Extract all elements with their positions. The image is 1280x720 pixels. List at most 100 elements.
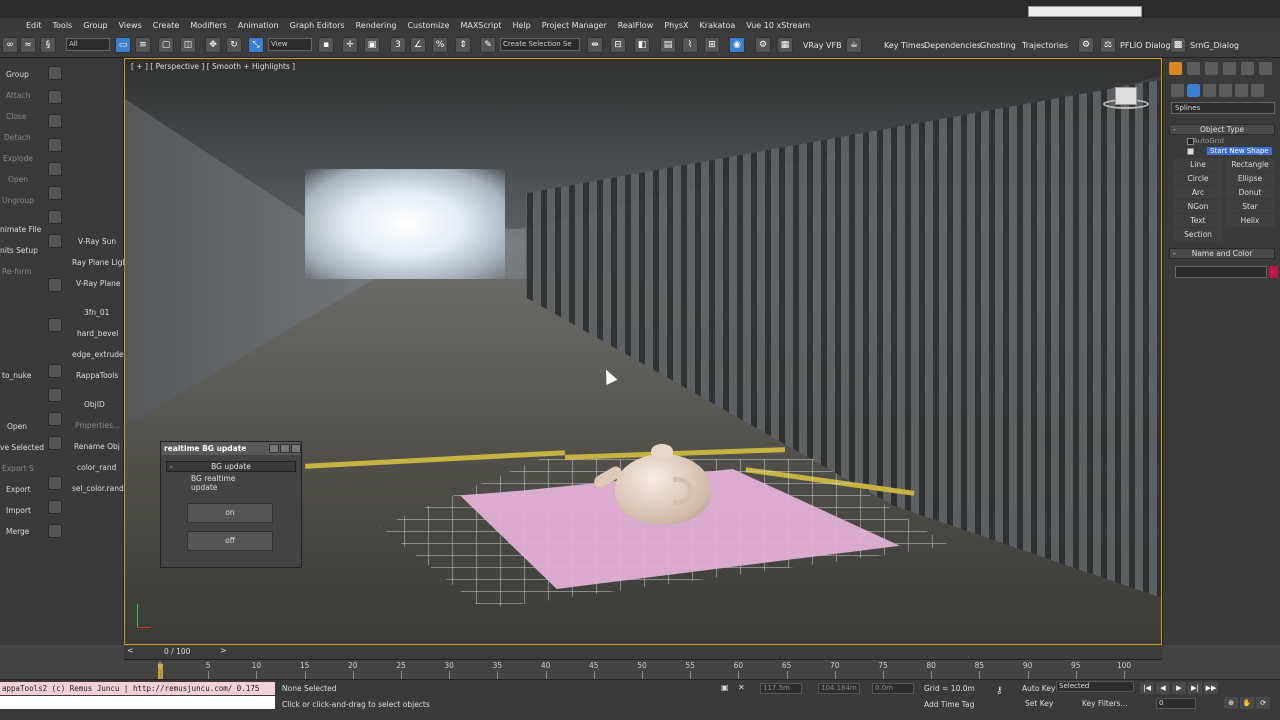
scale-icon[interactable]: ⤡ bbox=[248, 37, 264, 53]
nuke-icon[interactable] bbox=[48, 364, 62, 378]
vray-plane-button[interactable]: V-Ray Plane bbox=[76, 279, 120, 288]
rectangular-region-icon[interactable]: ▢ bbox=[158, 37, 174, 53]
open-group-button[interactable]: Open bbox=[8, 175, 28, 184]
trajectories-button[interactable]: Trajectories bbox=[1022, 41, 1068, 50]
window-crossing-icon[interactable]: ◫ bbox=[180, 37, 196, 53]
arc-button[interactable]: Arc bbox=[1173, 186, 1223, 199]
goto-start-icon[interactable]: |◀ bbox=[1140, 682, 1154, 694]
menu-vue[interactable]: Vue 10 xStream bbox=[746, 21, 810, 30]
ellipse-button[interactable]: Ellipse bbox=[1225, 172, 1275, 185]
maximize-icon[interactable] bbox=[280, 444, 290, 453]
time-slider-prev-icon[interactable]: < bbox=[127, 646, 134, 655]
render-teapot-icon[interactable]: ☕ bbox=[846, 37, 862, 53]
graphite-toolbox-icon[interactable]: ▤ bbox=[660, 37, 676, 53]
object-type-rollout[interactable]: - Object Type bbox=[1169, 124, 1275, 135]
name-and-color-rollout[interactable]: - Name and Color bbox=[1169, 248, 1275, 259]
goto-end-icon[interactable]: ▶▶ bbox=[1204, 682, 1218, 694]
ngon-button[interactable]: NGon bbox=[1173, 200, 1223, 213]
material-editor-icon[interactable]: ◉ bbox=[729, 37, 745, 53]
color-rand-button[interactable]: color_rand bbox=[77, 463, 116, 472]
helpers-category-icon[interactable] bbox=[1235, 84, 1248, 97]
rectangle-button[interactable]: Rectangle bbox=[1225, 158, 1275, 171]
sel-color-rand-button[interactable]: sel_color.rand bbox=[72, 484, 124, 493]
select-by-name-icon[interactable]: ≡ bbox=[135, 37, 151, 53]
set-key-button[interactable]: Set Key bbox=[1025, 699, 1053, 708]
system-icon[interactable] bbox=[48, 210, 62, 224]
selected-set-dropdown[interactable]: Selected bbox=[1056, 681, 1134, 692]
objid-button[interactable]: ObjID bbox=[84, 400, 105, 409]
on-button[interactable]: on bbox=[187, 503, 273, 523]
rotate-icon[interactable]: ↻ bbox=[226, 37, 242, 53]
donut-button[interactable]: Donut bbox=[1225, 186, 1275, 199]
import-icon[interactable] bbox=[48, 500, 62, 514]
time-slider[interactable]: < 0 / 100 > bbox=[124, 645, 1162, 659]
spacewarps-category-icon[interactable] bbox=[1251, 84, 1264, 97]
lights-category-icon[interactable] bbox=[1203, 84, 1216, 97]
lock-selection-icon[interactable]: ▣ bbox=[721, 683, 729, 692]
checker-icon[interactable]: ▩ bbox=[1170, 37, 1186, 53]
dependencies-button[interactable]: Dependencies bbox=[924, 41, 981, 50]
add-time-tag-button[interactable]: Add Time Tag bbox=[924, 700, 974, 709]
viewcube[interactable] bbox=[1115, 87, 1137, 105]
pan-icon[interactable]: ✋ bbox=[1240, 697, 1254, 709]
key-times-button[interactable]: Key Times bbox=[884, 41, 925, 50]
reference-coord-dropdown[interactable]: View bbox=[268, 38, 312, 51]
sun-icon[interactable] bbox=[1169, 62, 1182, 75]
menu-maxscript[interactable]: MAXScript bbox=[460, 21, 501, 30]
unlink-icon[interactable]: ≈ bbox=[20, 37, 36, 53]
hierarchy-tab-icon[interactable] bbox=[1205, 62, 1218, 75]
utilities-tab-icon[interactable] bbox=[1259, 62, 1272, 75]
edit-named-selection-icon[interactable]: ✎ bbox=[480, 37, 496, 53]
ungroup-button[interactable]: Ungroup bbox=[2, 196, 34, 205]
minimize-icon[interactable] bbox=[269, 444, 279, 453]
z-coordinate-field[interactable]: 0.0m bbox=[872, 683, 914, 694]
open-file-button[interactable]: Open bbox=[7, 422, 27, 431]
circle-button[interactable]: Circle bbox=[1173, 172, 1223, 185]
time-slider-next-icon[interactable]: > bbox=[220, 646, 227, 655]
percent-snap-icon[interactable]: % bbox=[432, 37, 448, 53]
menu-help[interactable]: Help bbox=[513, 21, 531, 30]
star-button[interactable]: Star bbox=[1225, 200, 1275, 213]
menu-customize[interactable]: Customize bbox=[407, 21, 449, 30]
menu-project-manager[interactable]: Project Manager bbox=[542, 21, 607, 30]
shape-category-dropdown[interactable]: Splines bbox=[1171, 102, 1275, 114]
import-button[interactable]: Import bbox=[6, 506, 31, 515]
rappatools-button[interactable]: RappaTools bbox=[76, 371, 118, 380]
link-icon[interactable]: ∞ bbox=[2, 37, 18, 53]
geometry-category-icon[interactable] bbox=[1171, 84, 1184, 97]
current-frame-field[interactable]: 0 bbox=[1156, 698, 1196, 709]
menu-group[interactable]: Group bbox=[83, 21, 107, 30]
spinner-snap-icon[interactable]: ⇕ bbox=[455, 37, 471, 53]
named-selection-dropdown[interactable]: Create Selection Se bbox=[500, 38, 580, 51]
vray-sun-button[interactable]: V-Ray Sun bbox=[78, 237, 116, 246]
vray-plane-light-button[interactable]: Ray Plane Ligl bbox=[72, 258, 125, 267]
track-bar[interactable]: 0 5 10 15 20 25 30 35 40 45 50 55 60 65 70 75 80 85 90 95 10… bbox=[124, 659, 1162, 679]
y-coordinate-field[interactable]: 104.184m bbox=[818, 683, 860, 694]
menu-create[interactable]: Create bbox=[153, 21, 180, 30]
menu-modifiers[interactable]: Modifiers bbox=[190, 21, 227, 30]
pflow-icon[interactable]: ⚙ bbox=[1078, 37, 1094, 53]
menu-graph-editors[interactable]: Graph Editors bbox=[290, 21, 345, 30]
cameras-category-icon[interactable] bbox=[1219, 84, 1232, 97]
helper-icon[interactable] bbox=[48, 162, 62, 176]
off-button[interactable]: off bbox=[187, 531, 273, 551]
manipulate-icon[interactable]: ✛ bbox=[342, 37, 358, 53]
absolute-mode-icon[interactable]: ✕ bbox=[738, 683, 745, 692]
pflow-dialog-button[interactable]: PFLIO Dialog bbox=[1120, 41, 1171, 50]
detach-button[interactable]: Detach bbox=[4, 133, 31, 142]
close-button[interactable]: Close bbox=[6, 112, 26, 121]
menu-views[interactable]: Views bbox=[119, 21, 142, 30]
save-icon[interactable] bbox=[48, 436, 62, 450]
rendered-frame-window-icon[interactable]: ▦ bbox=[777, 37, 793, 53]
teapot-object[interactable] bbox=[615, 454, 711, 524]
section-button[interactable]: Section bbox=[1173, 228, 1223, 241]
file-icon[interactable] bbox=[48, 388, 62, 402]
dialog-title-bar[interactable]: realtime BG update bbox=[161, 442, 301, 455]
close-icon[interactable] bbox=[291, 444, 301, 453]
merge-icon[interactable] bbox=[48, 524, 62, 538]
motion-tab-icon[interactable] bbox=[1223, 62, 1236, 75]
maxscript-input[interactable] bbox=[0, 696, 275, 709]
units-setup-button[interactable]: nits Setup bbox=[0, 246, 38, 255]
selection-filter-dropdown[interactable]: All bbox=[66, 38, 110, 51]
bind-space-warp-icon[interactable]: § bbox=[40, 37, 56, 53]
